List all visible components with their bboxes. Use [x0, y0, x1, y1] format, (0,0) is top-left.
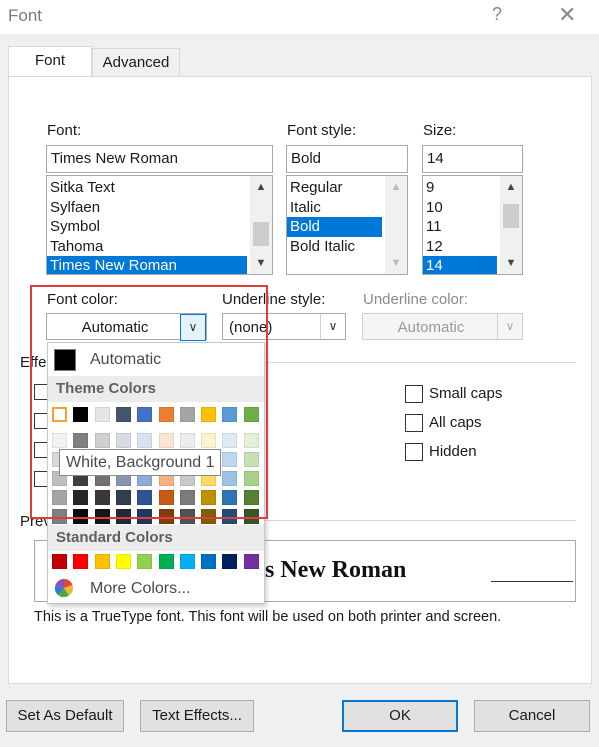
- list-item-selected[interactable]: 14: [423, 256, 497, 274]
- underline-color-dropdown[interactable]: Automatic ∨: [362, 313, 523, 340]
- font-list[interactable]: Sitka Text Sylfaen Symbol Tahoma Times N…: [46, 175, 273, 275]
- underline-color-label: Underline color:: [363, 291, 469, 308]
- color-tooltip: White, Background 1: [59, 449, 221, 476]
- size-list-scrollbar[interactable]: ▲ ▼: [500, 176, 522, 274]
- standard-color-swatch[interactable]: [222, 554, 238, 569]
- underline-color-value: Automatic: [397, 319, 465, 336]
- text-effects-button[interactable]: Text Effects...: [140, 700, 254, 732]
- standard-color-swatch[interactable]: [179, 554, 195, 569]
- scroll-up-icon[interactable]: ▲: [250, 178, 272, 196]
- preview-baseline: [491, 581, 573, 582]
- scroll-down-icon[interactable]: ▼: [500, 254, 522, 272]
- list-item-selected[interactable]: Bold: [287, 217, 382, 237]
- preview-divider: [265, 520, 576, 521]
- list-item[interactable]: 12: [423, 237, 497, 257]
- scroll-up-icon[interactable]: ▲: [385, 178, 407, 196]
- font-style-input[interactable]: Bold: [286, 145, 408, 173]
- small-caps-checkbox[interactable]: [405, 385, 423, 403]
- color-wheel-icon: [54, 578, 74, 598]
- font-style-label: Font style:: [287, 122, 357, 139]
- window-title: Font: [8, 6, 43, 25]
- set-as-default-button[interactable]: Set As Default: [6, 700, 124, 732]
- tab-font[interactable]: Font: [8, 46, 92, 77]
- standard-color-swatch[interactable]: [201, 554, 217, 569]
- all-caps-label: All caps: [429, 414, 482, 431]
- highlight-outline: [30, 285, 268, 519]
- standard-color-swatch[interactable]: [52, 554, 67, 569]
- chevron-down-icon[interactable]: ∨: [320, 314, 345, 339]
- size-input[interactable]: 14: [422, 145, 523, 173]
- scroll-down-icon[interactable]: ▼: [385, 254, 407, 272]
- list-item[interactable]: Tahoma: [47, 237, 247, 257]
- font-style-scrollbar[interactable]: ▲ ▼: [385, 176, 407, 274]
- list-item[interactable]: Bold Italic: [287, 237, 382, 257]
- small-caps-label: Small caps: [429, 385, 503, 402]
- list-item[interactable]: 10: [423, 198, 497, 218]
- close-icon[interactable]: ✕: [558, 2, 576, 28]
- help-button[interactable]: ?: [492, 4, 502, 25]
- scroll-thumb[interactable]: [253, 222, 269, 246]
- list-item[interactable]: Sitka Text: [47, 178, 247, 198]
- tab-advanced-label: Advanced: [102, 54, 170, 71]
- list-item[interactable]: Italic: [287, 198, 382, 218]
- scroll-thumb[interactable]: [503, 204, 519, 228]
- tab-advanced[interactable]: Advanced: [92, 48, 180, 77]
- hidden-checkbox[interactable]: [405, 443, 423, 461]
- list-item[interactable]: Sylfaen: [47, 198, 247, 218]
- standard-color-swatch[interactable]: [94, 554, 110, 569]
- font-input[interactable]: Times New Roman: [46, 145, 273, 173]
- effects-divider: [265, 362, 576, 363]
- list-item[interactable]: 9: [423, 178, 497, 198]
- standard-colors-heading: Standard Colors: [48, 525, 264, 551]
- hidden-label: Hidden: [429, 443, 477, 460]
- font-label: Font:: [47, 122, 82, 139]
- info-text: This is a TrueType font. This font will …: [34, 609, 502, 625]
- standard-color-swatch[interactable]: [243, 554, 259, 569]
- size-list[interactable]: 9 10 11 12 14 ▲ ▼: [422, 175, 523, 275]
- title-bar: Font ? ✕: [0, 0, 599, 34]
- list-item[interactable]: Regular: [287, 178, 382, 198]
- ok-button[interactable]: OK: [342, 700, 458, 732]
- all-caps-checkbox[interactable]: [405, 414, 423, 432]
- list-item[interactable]: 11: [423, 217, 497, 237]
- preview-sample-text: s New Roman: [265, 557, 407, 583]
- size-label: Size:: [423, 122, 457, 139]
- list-item-selected[interactable]: Times New Roman: [47, 256, 247, 274]
- cancel-button[interactable]: Cancel: [474, 700, 590, 732]
- list-item[interactable]: Symbol: [47, 217, 247, 237]
- chevron-down-icon[interactable]: ∨: [497, 314, 522, 339]
- more-colors-option[interactable]: More Colors...: [90, 580, 190, 598]
- standard-color-swatch[interactable]: [137, 554, 153, 569]
- standard-color-swatch[interactable]: [73, 554, 89, 569]
- standard-color-swatch[interactable]: [115, 554, 131, 569]
- tab-font-label: Font: [34, 52, 65, 69]
- standard-color-swatch[interactable]: [158, 554, 174, 569]
- scroll-down-icon[interactable]: ▼: [250, 254, 272, 272]
- font-list-scrollbar[interactable]: ▲ ▼: [250, 176, 272, 274]
- font-style-list[interactable]: Regular Italic Bold Bold Italic ▲ ▼: [286, 175, 408, 275]
- scroll-up-icon[interactable]: ▲: [500, 178, 522, 196]
